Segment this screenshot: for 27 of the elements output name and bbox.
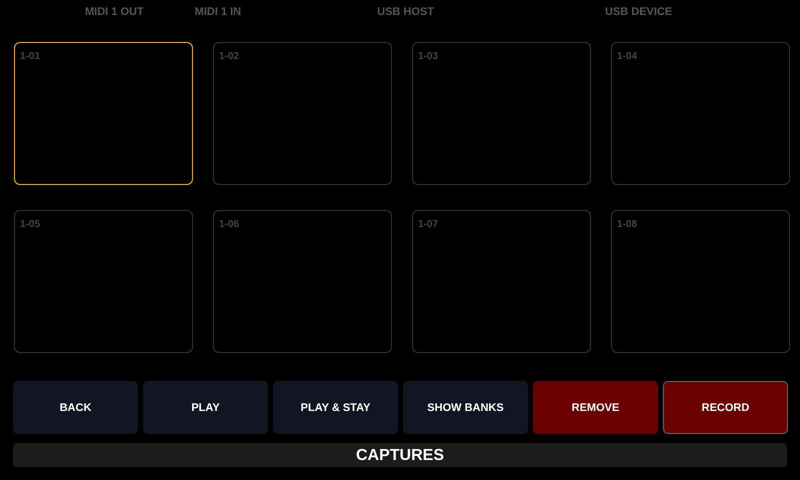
port-label: MIDI 1 OUT (85, 6, 144, 18)
port-label: MIDI 1 IN (194, 6, 242, 18)
slot-label: 1-04 (617, 51, 638, 62)
port-label: USB HOST (377, 6, 434, 18)
action-button[interactable]: REMOVE (533, 381, 658, 434)
capture-slot[interactable]: 1-04 (611, 42, 790, 185)
capture-slot[interactable]: 1-06 (213, 210, 392, 353)
action-button[interactable]: PLAY & STAY (273, 381, 398, 434)
slot-label: 1-01 (20, 51, 40, 62)
capture-slot[interactable]: 1-02 (213, 42, 392, 185)
port-label: USB DEVICE (604, 6, 672, 18)
slot-label: 1-08 (617, 219, 638, 230)
slot-label: 1-05 (20, 219, 40, 230)
slot-label: 1-06 (219, 219, 240, 230)
action-button[interactable]: RECORD (663, 381, 788, 434)
capture-slot[interactable]: 1-01 (14, 42, 193, 185)
capture-slot[interactable]: 1-07 (412, 210, 591, 353)
slot-label: 1-03 (418, 51, 438, 62)
action-button[interactable]: SHOW BANKS (403, 381, 528, 434)
action-button[interactable]: BACK (13, 381, 138, 434)
action-button[interactable]: PLAY (143, 381, 268, 434)
slot-label: 1-07 (418, 219, 438, 230)
capture-slot[interactable]: 1-05 (14, 210, 193, 353)
capture-slot[interactable]: 1-08 (611, 210, 790, 353)
capture-slot[interactable]: 1-03 (412, 42, 591, 185)
slot-label: 1-02 (219, 51, 240, 62)
title-bar: CAPTURES (13, 443, 787, 467)
